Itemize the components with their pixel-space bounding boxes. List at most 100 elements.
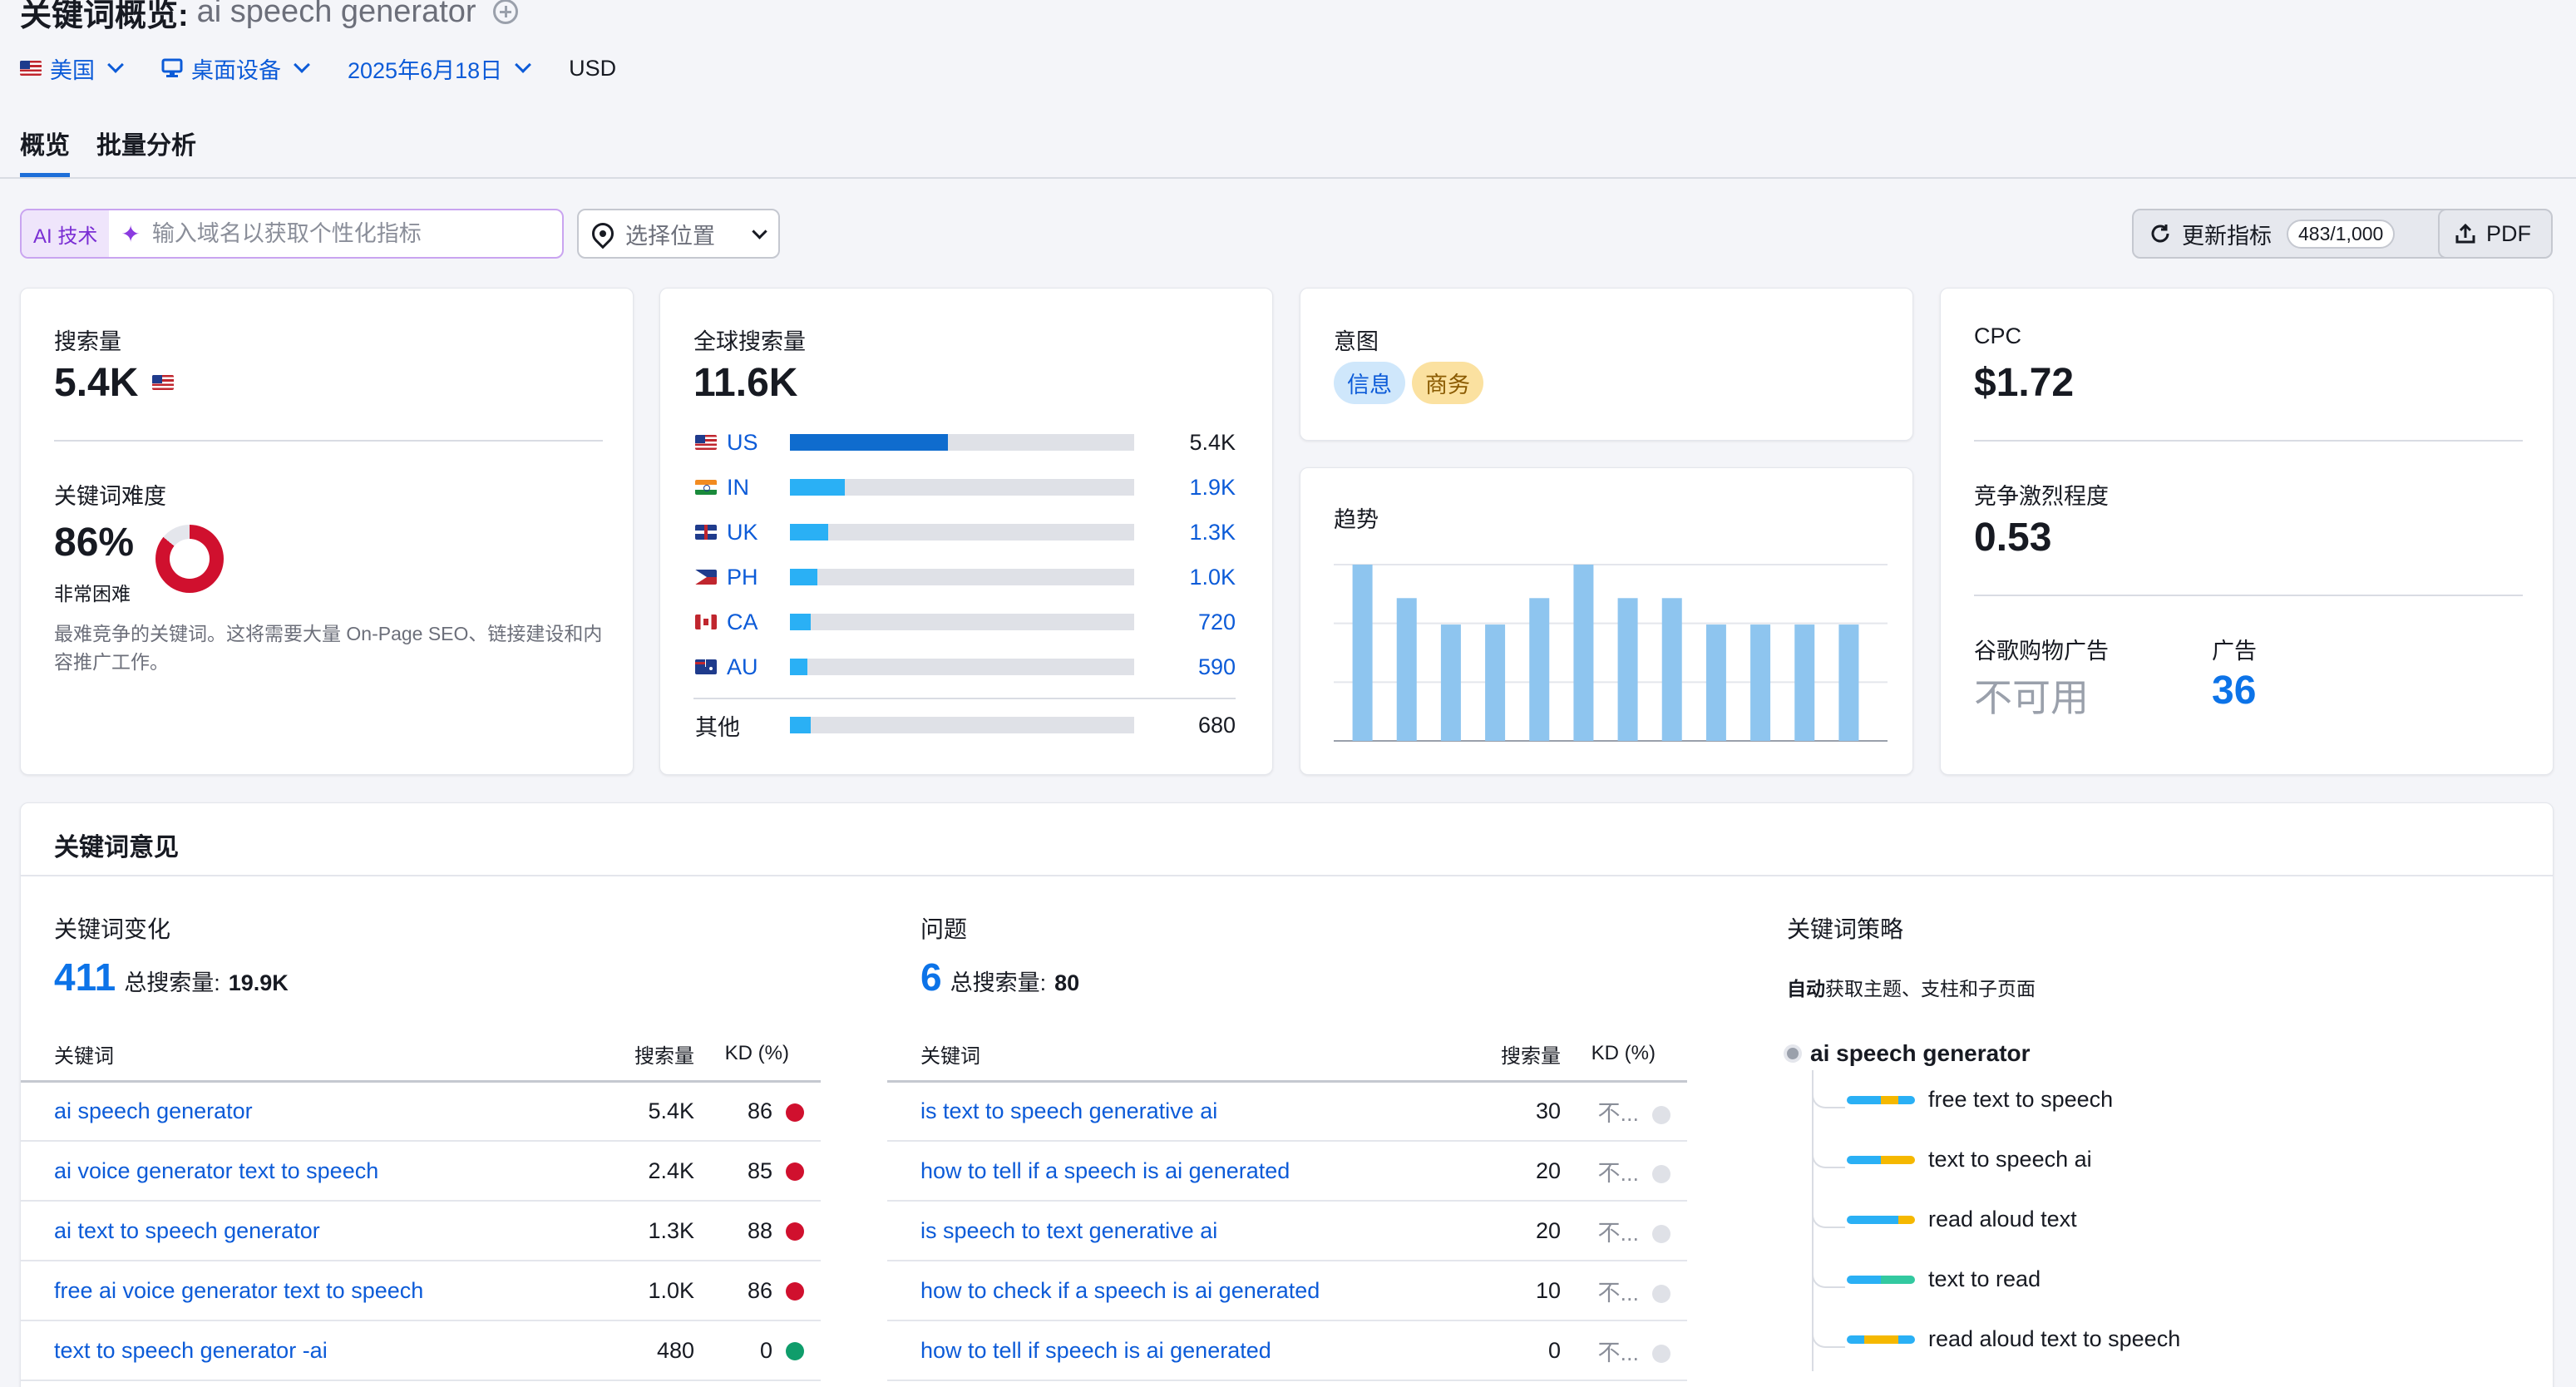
variations-count[interactable]: 411 bbox=[54, 955, 116, 1000]
kd-dot-icon bbox=[786, 1282, 804, 1301]
country-code: UK bbox=[727, 519, 758, 545]
table-row: how to tell if a speech is ai generated 2… bbox=[887, 1141, 1687, 1202]
kd-dot-icon bbox=[786, 1103, 804, 1122]
keyword-link[interactable]: is speech to text generative ai bbox=[887, 1201, 1494, 1261]
trend-bar[interactable] bbox=[1440, 624, 1461, 741]
kd-value: 不... bbox=[1597, 1220, 1639, 1246]
table-row: ai speech generator 5.4K 86 bbox=[21, 1081, 821, 1142]
kd-cell: 0 bbox=[694, 1320, 821, 1381]
keyword-link[interactable]: how to tell if a speech is ai generated bbox=[887, 1141, 1494, 1202]
pdf-export-button[interactable]: PDF bbox=[2438, 209, 2553, 259]
country-code: IN bbox=[727, 474, 749, 500]
trend-bar[interactable] bbox=[1617, 598, 1638, 741]
questions-count[interactable]: 6 bbox=[920, 955, 942, 1000]
volume-cell: 30 bbox=[1494, 1081, 1561, 1142]
bar-segment bbox=[1897, 1095, 1915, 1104]
bar-segment bbox=[1847, 1155, 1864, 1164]
country-volume: 590 bbox=[1197, 654, 1236, 679]
filter-bar: 美国 桌面设备 2025年6月18日 USD bbox=[20, 50, 616, 86]
kd-cell: 88 bbox=[694, 1201, 821, 1261]
canada-flag-icon bbox=[695, 615, 717, 629]
update-metrics-button[interactable]: 更新指标 483/1,000 bbox=[2132, 209, 2468, 259]
country-row-us[interactable]: US 5.4K bbox=[695, 430, 1236, 455]
other-volume: 680 bbox=[1197, 712, 1236, 738]
shopping-ads-value: 不可用 bbox=[1974, 676, 2089, 719]
ai-badge: AI 技术 bbox=[22, 210, 110, 257]
table-header-row: 关键词 搜索量 KD (%) bbox=[887, 1028, 1687, 1083]
country-volume: 1.3K bbox=[1189, 519, 1236, 545]
tree-item-label: free text to speech bbox=[1928, 1087, 2114, 1112]
intent-tag-commercial: 商务 bbox=[1412, 362, 1483, 404]
trend-bar[interactable] bbox=[1838, 624, 1859, 741]
india-flag-icon bbox=[695, 480, 717, 495]
strategy-subtitle-bold: 自动 bbox=[1787, 978, 1825, 1000]
trend-bar[interactable] bbox=[1794, 624, 1815, 741]
trend-bar[interactable] bbox=[1396, 598, 1417, 741]
trend-bar[interactable] bbox=[1352, 565, 1373, 741]
strategy-subtitle-rest: 获取主题、支柱和子页面 bbox=[1825, 978, 2036, 1000]
country-row-ph[interactable]: PH 1.0K bbox=[695, 565, 1236, 590]
keyword-link[interactable]: is text to speech generative ai bbox=[887, 1081, 1494, 1142]
keyword-link[interactable]: text to speech generator -ai bbox=[21, 1320, 603, 1381]
topic-mix-bar bbox=[1847, 1335, 1915, 1344]
keyword-link[interactable]: how to tell if speech is ai generated bbox=[887, 1320, 1494, 1381]
location-select[interactable]: 选择位置 bbox=[577, 209, 780, 259]
country-row-in[interactable]: IN 1.9K bbox=[695, 475, 1236, 500]
bar-segment bbox=[1847, 1275, 1864, 1284]
country-filter[interactable]: 美国 bbox=[20, 52, 124, 85]
country-filter-label: 美国 bbox=[50, 57, 95, 83]
table-row: is speech to text generative ai 20 不... bbox=[887, 1201, 1687, 1261]
trend-bar[interactable] bbox=[1661, 598, 1682, 741]
cpc-value: $1.72 bbox=[1974, 361, 2075, 405]
keyword-link[interactable]: ai speech generator bbox=[21, 1081, 603, 1142]
country-bar-fill bbox=[790, 479, 846, 496]
tree-branch bbox=[1812, 1261, 1845, 1288]
bar-segment bbox=[1897, 1215, 1915, 1224]
trend-bar[interactable] bbox=[1485, 624, 1506, 741]
tree-item[interactable]: text to read bbox=[1847, 1266, 2041, 1292]
trend-bar[interactable] bbox=[1573, 565, 1594, 741]
col-volume: 搜索量 bbox=[603, 1028, 694, 1083]
philippines-flag-icon bbox=[695, 570, 717, 585]
tab-bulk-analysis[interactable]: 批量分析 bbox=[96, 125, 196, 177]
global-volume-label: 全球搜索量 bbox=[693, 329, 806, 354]
table-row: how to check if a speech is ai generated… bbox=[887, 1261, 1687, 1321]
upload-icon bbox=[2455, 223, 2475, 244]
tree-item[interactable]: free text to speech bbox=[1847, 1087, 2113, 1113]
kd-value: 85 bbox=[747, 1157, 772, 1183]
trend-chart bbox=[1334, 564, 1888, 742]
kd-value: 88 bbox=[747, 1217, 772, 1243]
country-row-ca[interactable]: CA 720 bbox=[695, 610, 1236, 634]
kd-dot-icon bbox=[786, 1162, 804, 1182]
volume-cell: 1.0K bbox=[603, 1261, 694, 1321]
device-filter[interactable]: 桌面设备 bbox=[161, 52, 310, 85]
shopping-ads-label: 谷歌购物广告 bbox=[1974, 639, 2109, 664]
tree-item[interactable]: read aloud text to speech bbox=[1847, 1326, 2180, 1352]
trend-bar[interactable] bbox=[1750, 624, 1771, 741]
tree-root[interactable]: ai speech generator bbox=[1787, 1040, 2253, 1067]
col-volume: 搜索量 bbox=[1494, 1028, 1561, 1083]
country-bar-fill bbox=[790, 569, 818, 585]
keyword-link[interactable]: ai text to speech generator bbox=[21, 1201, 603, 1261]
tree-item[interactable]: read aloud text bbox=[1847, 1207, 2077, 1232]
kd-dot-icon bbox=[786, 1222, 804, 1241]
ads-value[interactable]: 36 bbox=[2212, 668, 2256, 713]
questions-total-value: 80 bbox=[1054, 970, 1080, 995]
keyword-link[interactable]: free ai voice generator text to speech bbox=[21, 1261, 603, 1321]
kd-value: 86% bbox=[54, 521, 135, 565]
country-row-uk[interactable]: UK 1.3K bbox=[695, 520, 1236, 545]
insights-title: 关键词意见 bbox=[54, 834, 179, 861]
trend-bar[interactable] bbox=[1705, 624, 1726, 741]
kd-cell: 86 bbox=[694, 1081, 821, 1142]
trend-bar[interactable] bbox=[1529, 598, 1550, 741]
tab-overview[interactable]: 概览 bbox=[20, 125, 70, 177]
tree-branch bbox=[1812, 1321, 1845, 1348]
add-circle-icon[interactable] bbox=[492, 0, 518, 24]
keyword-link[interactable]: how to check if a speech is ai generated bbox=[887, 1261, 1494, 1321]
country-row-au[interactable]: AU 590 bbox=[695, 654, 1236, 679]
date-filter[interactable]: 2025年6月18日 bbox=[348, 52, 532, 85]
variations-total-value: 19.9K bbox=[228, 970, 289, 995]
keyword-link[interactable]: ai voice generator text to speech bbox=[21, 1141, 603, 1202]
tree-item[interactable]: text to speech ai bbox=[1847, 1147, 2092, 1172]
domain-input[interactable] bbox=[151, 220, 550, 247]
